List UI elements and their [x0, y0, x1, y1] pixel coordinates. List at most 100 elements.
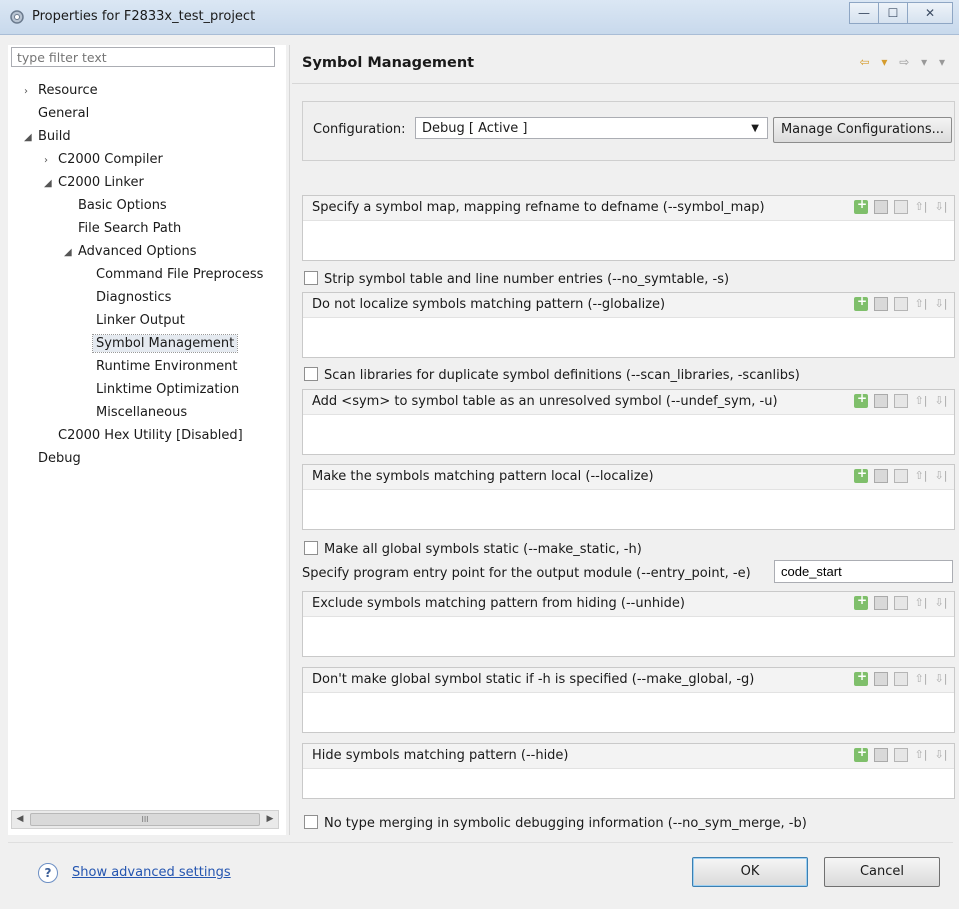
move-down-icon[interactable]: ⇩|: [934, 200, 948, 214]
delete-icon[interactable]: [874, 469, 888, 483]
tree-item-runtime-environment[interactable]: Runtime Environment: [8, 355, 284, 378]
scroll-right-icon[interactable]: ▶: [262, 811, 278, 828]
no-symtable-option[interactable]: Strip symbol table and line number entri…: [304, 271, 729, 287]
edit-icon[interactable]: [894, 394, 908, 408]
tree-item-command-file-preprocess[interactable]: Command File Preprocess: [8, 263, 284, 286]
delete-icon[interactable]: [874, 596, 888, 610]
hide-list[interactable]: Hide symbols matching pattern (--hide) ⇧…: [302, 743, 955, 799]
collapsed-arrow-icon[interactable]: ›: [24, 80, 38, 103]
tree-item-general[interactable]: General: [8, 102, 284, 125]
scroll-left-icon[interactable]: ◀: [12, 811, 28, 828]
add-icon[interactable]: [854, 294, 868, 311]
list-header: Do not localize symbols matching pattern…: [303, 293, 954, 318]
no-sym-merge-option[interactable]: No type merging in symbolic debugging in…: [304, 815, 807, 831]
tree-item-debug[interactable]: Debug: [8, 447, 284, 470]
ok-button[interactable]: OK: [692, 857, 808, 887]
tree-item-diagnostics[interactable]: Diagnostics: [8, 286, 284, 309]
delete-icon[interactable]: [874, 200, 888, 214]
list-header: Add <sym> to symbol table as an unresolv…: [303, 390, 954, 415]
list-header: Don't make global symbol static if -h is…: [303, 668, 954, 693]
tree-item-advanced-options[interactable]: ◢ Advanced Options: [8, 240, 284, 263]
move-up-icon[interactable]: ⇧|: [914, 596, 928, 610]
tree-item-linktime-optimization[interactable]: Linktime Optimization: [8, 378, 284, 401]
tree-item-build[interactable]: ◢ Build: [8, 125, 284, 148]
add-icon[interactable]: [854, 593, 868, 610]
add-icon[interactable]: [854, 391, 868, 408]
configuration-value: Debug [ Active ]: [422, 121, 528, 136]
property-tree: › Resource General ◢ Build › C2000 Compiler…: [8, 79, 284, 470]
maximize-button[interactable]: ☐: [878, 2, 908, 24]
edit-icon[interactable]: [894, 297, 908, 311]
back-arrow-icon[interactable]: ⇦ ▾: [860, 55, 892, 69]
make-static-checkbox[interactable]: [304, 541, 318, 555]
scroll-thumb[interactable]: III: [30, 813, 260, 826]
tree-item-miscellaneous[interactable]: Miscellaneous: [8, 401, 284, 424]
list-toolbar: ⇧| ⇩|: [854, 294, 948, 311]
tree-item-c2000-hex-utility[interactable]: C2000 Hex Utility [Disabled]: [8, 424, 284, 447]
localize-list[interactable]: Make the symbols matching pattern local …: [302, 464, 955, 530]
edit-icon[interactable]: [894, 200, 908, 214]
move-up-icon[interactable]: ⇧|: [914, 297, 928, 311]
tree-item-resource[interactable]: › Resource: [8, 79, 284, 102]
move-up-icon[interactable]: ⇧|: [914, 469, 928, 483]
delete-icon[interactable]: [874, 297, 888, 311]
add-icon[interactable]: [854, 466, 868, 483]
move-up-icon[interactable]: ⇧|: [914, 748, 928, 762]
tree-item-file-search-path[interactable]: File Search Path: [8, 217, 284, 240]
tree-item-label: Runtime Environment: [96, 359, 238, 374]
delete-icon[interactable]: [874, 748, 888, 762]
add-icon[interactable]: [854, 197, 868, 214]
delete-icon[interactable]: [874, 672, 888, 686]
cancel-button[interactable]: Cancel: [824, 857, 940, 887]
right-panel: Symbol Management ⇦ ▾ ⇨ ▾ ▾ Configuratio…: [292, 45, 959, 835]
scan-libraries-checkbox[interactable]: [304, 367, 318, 381]
forward-arrow-icon[interactable]: ⇨ ▾ ▾: [899, 55, 949, 69]
entry-point-input[interactable]: [774, 560, 953, 583]
expanded-arrow-icon[interactable]: ◢: [24, 126, 38, 149]
list-toolbar: ⇧| ⇩|: [854, 391, 948, 408]
help-icon[interactable]: ?: [38, 863, 58, 883]
list-title: Hide symbols matching pattern (--hide): [312, 748, 569, 763]
configuration-select[interactable]: Debug [ Active ] ▼: [415, 117, 768, 139]
move-down-icon[interactable]: ⇩|: [934, 672, 948, 686]
collapsed-arrow-icon[interactable]: ›: [44, 149, 58, 172]
expanded-arrow-icon[interactable]: ◢: [44, 172, 58, 195]
add-icon[interactable]: [854, 669, 868, 686]
tree-item-c2000-linker[interactable]: ◢ C2000 Linker: [8, 171, 284, 194]
edit-icon[interactable]: [894, 672, 908, 686]
tree-item-linker-output[interactable]: Linker Output: [8, 309, 284, 332]
minimize-button[interactable]: —: [849, 2, 879, 24]
delete-icon[interactable]: [874, 394, 888, 408]
panel-splitter[interactable]: [289, 45, 290, 835]
edit-icon[interactable]: [894, 748, 908, 762]
tree-item-c2000-compiler[interactable]: › C2000 Compiler: [8, 148, 284, 171]
unhide-list[interactable]: Exclude symbols matching pattern from hi…: [302, 591, 955, 657]
globalize-list[interactable]: Do not localize symbols matching pattern…: [302, 292, 955, 358]
show-advanced-settings-link[interactable]: Show advanced settings: [72, 865, 231, 880]
edit-icon[interactable]: [894, 596, 908, 610]
filter-input[interactable]: [11, 47, 275, 67]
make-static-option[interactable]: Make all global symbols static (--make_s…: [304, 541, 642, 557]
move-up-icon[interactable]: ⇧|: [914, 394, 928, 408]
tree-item-symbol-management[interactable]: Symbol Management: [8, 332, 284, 355]
move-down-icon[interactable]: ⇩|: [934, 297, 948, 311]
move-up-icon[interactable]: ⇧|: [914, 200, 928, 214]
expanded-arrow-icon[interactable]: ◢: [64, 241, 78, 264]
move-down-icon[interactable]: ⇩|: [934, 469, 948, 483]
no-symtable-checkbox[interactable]: [304, 271, 318, 285]
close-button[interactable]: ✕: [907, 2, 953, 24]
move-up-icon[interactable]: ⇧|: [914, 672, 928, 686]
add-icon[interactable]: [854, 745, 868, 762]
undef-sym-list[interactable]: Add <sym> to symbol table as an unresolv…: [302, 389, 955, 455]
move-down-icon[interactable]: ⇩|: [934, 394, 948, 408]
scan-libraries-option[interactable]: Scan libraries for duplicate symbol defi…: [304, 367, 800, 383]
no-sym-merge-checkbox[interactable]: [304, 815, 318, 829]
tree-item-basic-options[interactable]: Basic Options: [8, 194, 284, 217]
symbol-map-list[interactable]: Specify a symbol map, mapping refname to…: [302, 195, 955, 261]
edit-icon[interactable]: [894, 469, 908, 483]
move-down-icon[interactable]: ⇩|: [934, 596, 948, 610]
manage-configurations-button[interactable]: Manage Configurations...: [773, 117, 952, 143]
move-down-icon[interactable]: ⇩|: [934, 748, 948, 762]
make-global-list[interactable]: Don't make global symbol static if -h is…: [302, 667, 955, 733]
tree-horizontal-scrollbar[interactable]: ◀ III ▶: [11, 810, 279, 829]
